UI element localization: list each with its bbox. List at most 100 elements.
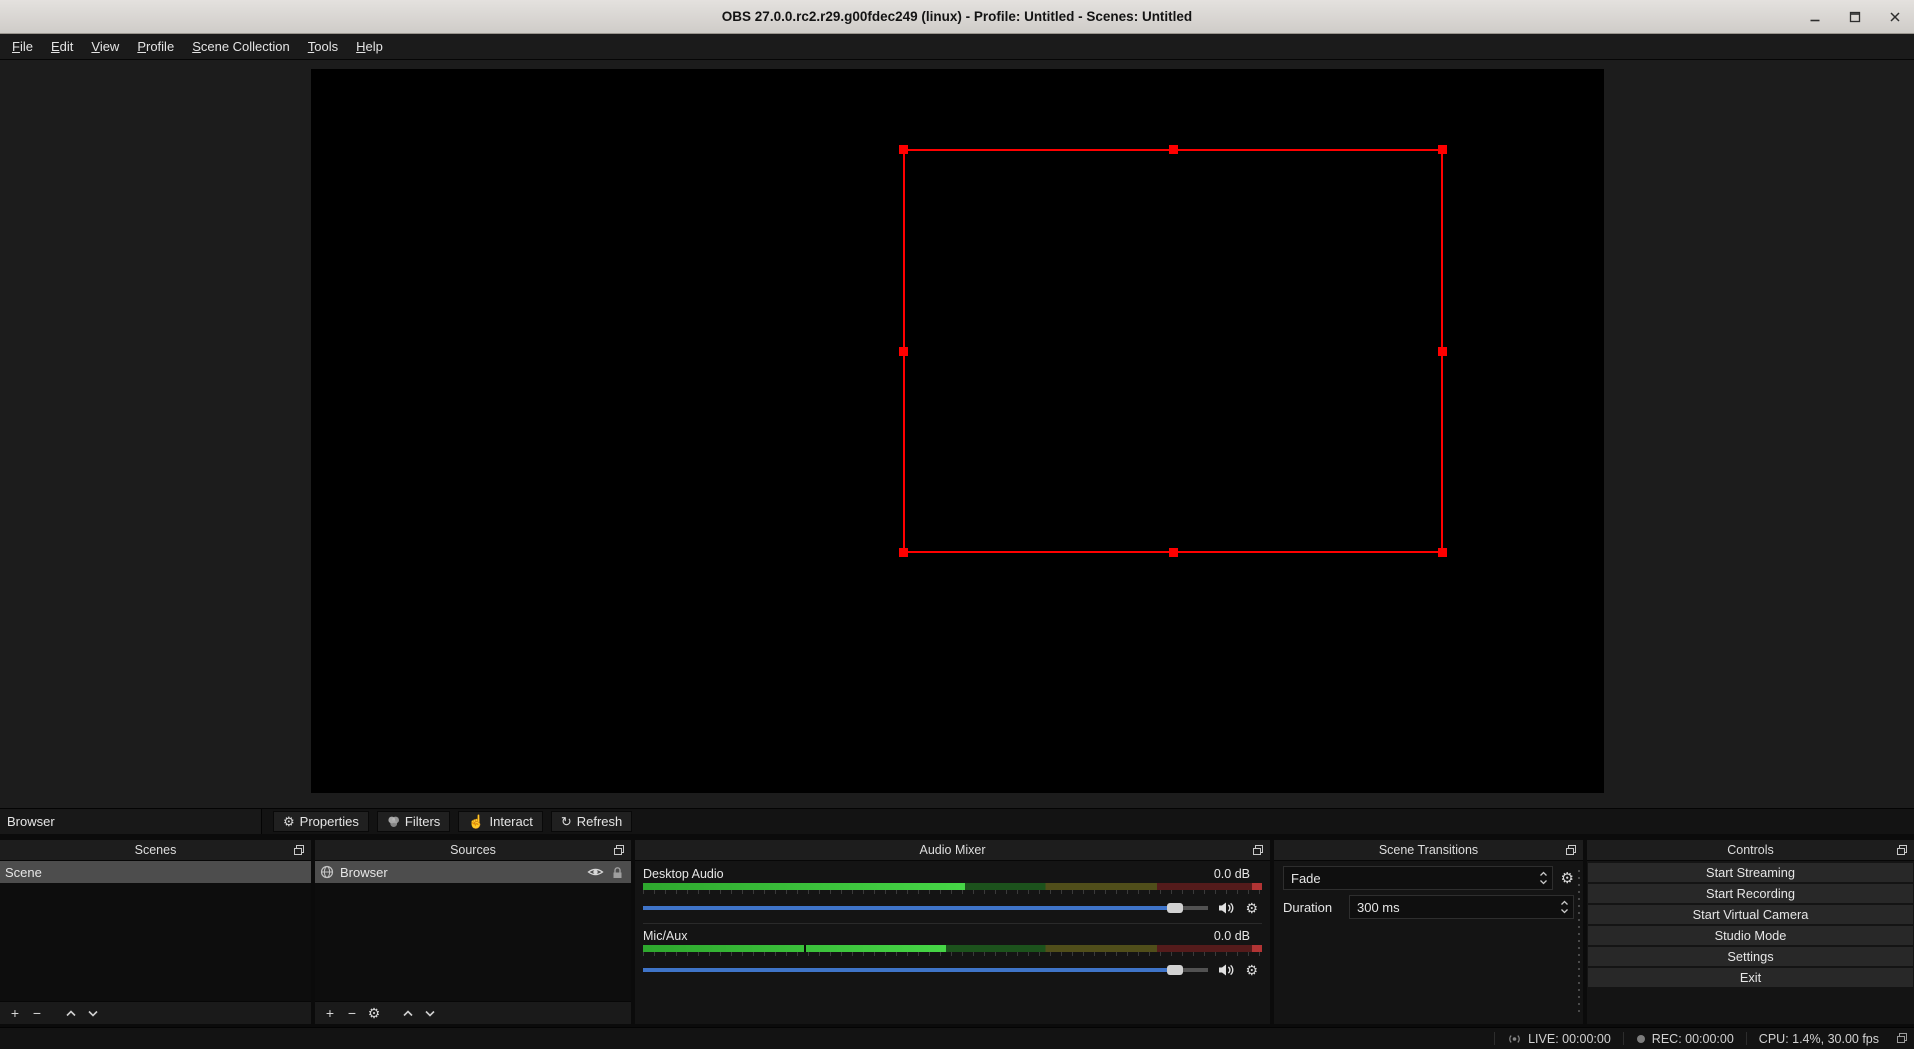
menu-file[interactable]: File: [3, 36, 42, 57]
duration-spinbox[interactable]: 300 ms: [1349, 895, 1574, 919]
transition-select[interactable]: Fade: [1283, 866, 1553, 890]
menu-view[interactable]: View: [82, 36, 128, 57]
settings-button[interactable]: Settings: [1588, 947, 1913, 966]
move-source-up-button[interactable]: [398, 1006, 418, 1020]
window-title: OBS 27.0.0.rc2.r29.g00fdec249 (linux) - …: [721, 9, 1193, 24]
exit-button[interactable]: Exit: [1588, 968, 1913, 987]
filters-icon: [388, 816, 399, 827]
volume-slider[interactable]: [643, 958, 1209, 982]
popout-icon[interactable]: [292, 844, 305, 857]
maximize-icon: [1849, 11, 1861, 22]
channel-volume-db: 0.0 dB: [1213, 928, 1250, 943]
minimize-icon: [1810, 19, 1820, 21]
move-scene-down-button[interactable]: [83, 1006, 103, 1020]
interact-button[interactable]: ☝ Interact: [458, 811, 543, 832]
popout-icon[interactable]: [612, 844, 625, 857]
slider-fill: [643, 906, 1175, 910]
popout-icon[interactable]: [1251, 844, 1264, 857]
audio-mixer-dock: Audio Mixer Desktop Audio 0.0 dB ⚙ Mic/A…: [635, 840, 1270, 1024]
refresh-label: Refresh: [576, 814, 623, 829]
audio-mixer-body: Desktop Audio 0.0 dB ⚙ Mic/Aux 0.0 dB ⚙: [635, 861, 1270, 1024]
channel-gear-icon[interactable]: ⚙: [1245, 900, 1258, 917]
menu-profile[interactable]: Profile: [128, 36, 183, 57]
volume-meter-level: [643, 883, 965, 890]
remove-scene-button[interactable]: −: [27, 1006, 47, 1020]
move-scene-up-button[interactable]: [61, 1006, 81, 1020]
preview-area[interactable]: [0, 60, 1914, 808]
audio-mixer-dock-header[interactable]: Audio Mixer: [635, 840, 1270, 861]
studio-mode-button[interactable]: Studio Mode: [1588, 926, 1913, 945]
program-canvas[interactable]: [311, 69, 1604, 793]
gear-icon: ⚙: [283, 814, 295, 829]
volume-slider[interactable]: [643, 896, 1209, 920]
scene-transitions-dock-header[interactable]: Scene Transitions: [1274, 840, 1583, 861]
start-recording-button[interactable]: Start Recording: [1588, 884, 1913, 903]
resize-grip-icon[interactable]: [1895, 1032, 1908, 1045]
volume-meter-ticks: [643, 952, 1262, 956]
slider-handle[interactable]: [1166, 965, 1183, 975]
scene-list-item[interactable]: Scene: [0, 861, 311, 883]
duration-label: Duration: [1283, 899, 1333, 915]
scenes-dock-header[interactable]: Scenes: [0, 840, 311, 861]
minimize-button[interactable]: [1808, 10, 1822, 24]
filters-label: Filters: [404, 814, 441, 829]
speaker-icon[interactable]: [1218, 963, 1235, 977]
maximize-button[interactable]: [1848, 10, 1862, 24]
selection-handle-s[interactable]: [1168, 548, 1178, 557]
scene-transitions-dock-title: Scene Transitions: [1378, 843, 1479, 857]
menu-scene-collection[interactable]: Scene Collection: [183, 36, 299, 57]
scene-item-label: Scene: [5, 864, 42, 880]
scenes-list[interactable]: Scene: [0, 861, 311, 1001]
transition-settings-gear-icon[interactable]: ⚙: [1561, 871, 1574, 886]
channel-gear-icon[interactable]: ⚙: [1245, 962, 1258, 979]
scene-transitions-body: Fade ⚙ Duration 300 ms: [1274, 861, 1583, 1024]
sources-list[interactable]: Browser: [315, 861, 631, 1001]
menu-edit[interactable]: Edit: [42, 36, 82, 57]
channel-volume-db: 0.0 dB: [1213, 866, 1250, 881]
start-streaming-button[interactable]: Start Streaming: [1588, 863, 1913, 882]
scenes-dock-title: Scenes: [134, 843, 177, 857]
slider-handle[interactable]: [1166, 903, 1183, 913]
combo-spinner[interactable]: [1539, 871, 1548, 885]
peak-marker: [803, 945, 806, 952]
sources-dock-header[interactable]: Sources: [315, 840, 631, 861]
start-virtual-camera-button[interactable]: Start Virtual Camera: [1588, 905, 1913, 924]
selection-handle-se[interactable]: [1438, 548, 1447, 557]
eye-visibility-icon[interactable]: [587, 866, 604, 878]
source-properties-gear-icon[interactable]: ⚙: [364, 1006, 384, 1020]
chevron-down-icon: [1561, 909, 1568, 914]
selection-handle-e[interactable]: [1438, 346, 1447, 356]
properties-button[interactable]: ⚙ Properties: [273, 811, 369, 832]
remove-source-button[interactable]: −: [342, 1006, 362, 1020]
source-list-item[interactable]: Browser: [315, 861, 631, 883]
speaker-icon[interactable]: [1218, 901, 1235, 915]
selection-handle-sw[interactable]: [899, 548, 908, 557]
lock-icon[interactable]: [612, 866, 623, 879]
cpu-fps-stats: CPU: 1.4%, 30.00 fps: [1758, 1031, 1879, 1046]
menu-tools[interactable]: Tools: [299, 36, 347, 57]
source-selection-box[interactable]: [899, 145, 1447, 557]
popout-icon[interactable]: [1895, 844, 1908, 857]
sources-dock-toolbar: + − ⚙: [315, 1001, 631, 1024]
selection-handle-n[interactable]: [1168, 145, 1178, 154]
transition-select-value: Fade: [1291, 870, 1321, 886]
popout-icon[interactable]: [1564, 844, 1577, 857]
selection-handle-nw[interactable]: [899, 145, 908, 154]
close-button[interactable]: [1888, 10, 1902, 24]
chevron-down-icon: [88, 1010, 98, 1017]
add-scene-button[interactable]: +: [5, 1006, 25, 1020]
menu-help[interactable]: Help: [347, 36, 392, 57]
broadcast-live-icon: [1509, 1034, 1520, 1043]
selection-handle-ne[interactable]: [1438, 145, 1447, 154]
add-source-button[interactable]: +: [320, 1006, 340, 1020]
properties-label: Properties: [299, 814, 359, 829]
selection-handle-w[interactable]: [899, 346, 908, 356]
source-toolbar: Browser ⚙ Properties Filters ☝ Interact …: [0, 808, 1914, 834]
menubar: File Edit View Profile Scene Collection …: [0, 34, 1914, 60]
move-source-down-button[interactable]: [420, 1006, 440, 1020]
duration-spinner[interactable]: [1560, 900, 1569, 914]
duration-value: 300 ms: [1357, 899, 1400, 915]
refresh-button[interactable]: ↻ Refresh: [550, 811, 633, 832]
controls-dock-header[interactable]: Controls: [1587, 840, 1914, 861]
filters-button[interactable]: Filters: [376, 811, 451, 832]
